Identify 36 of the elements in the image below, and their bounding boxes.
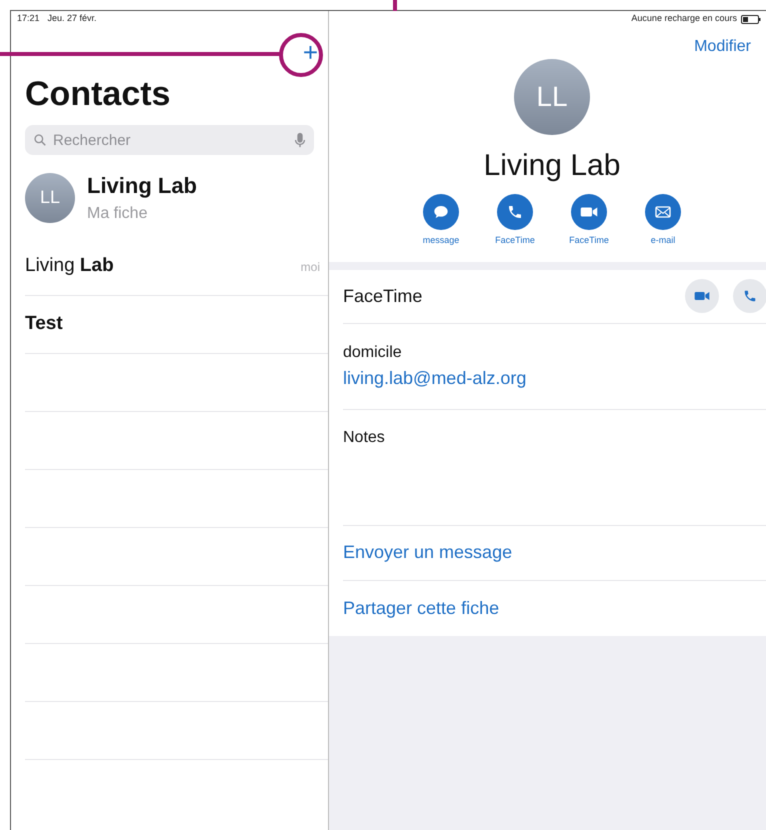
contacts-title: Contacts [24,77,172,111]
my-card-subtitle: Ma fiche [87,204,148,224]
contact-tag: moi [300,258,320,276]
battery-icon [741,14,761,24]
audio-call-button[interactable] [733,279,766,313]
notes-label: Notes [343,428,385,446]
contact-action-button[interactable]: FaceTime [486,194,544,248]
search-field[interactable]: Rechercher [25,125,314,155]
email-label: domicile [343,342,403,362]
contact-action-button[interactable]: e-mail [634,194,692,248]
video-camera-icon [694,290,710,302]
add-contact-button[interactable]: + [302,39,318,65]
charging-status: Aucune recharge en cours [631,12,737,26]
contact-action-button[interactable]: FaceTime [560,194,618,248]
contact-name: Living Lab [25,254,114,278]
facetime-label: FaceTime [343,284,422,308]
my-card-name: Living Lab [87,172,197,200]
contact-row[interactable]: Test [25,296,328,354]
envelope-icon [655,205,671,219]
video-call-button[interactable] [685,279,719,313]
microphone-icon [294,132,306,148]
action-link[interactable]: Partager cette fiche [343,594,500,622]
email-link[interactable]: living.lab@med-alz.org [343,364,766,392]
phone-icon [507,204,523,220]
edit-button[interactable]: Modifier [694,35,751,59]
contact-action-button[interactable]: message [412,194,470,248]
action-link[interactable]: Envoyer un message [343,539,512,566]
video-camera-icon [580,205,598,219]
contact-name-heading: Living Lab [484,148,620,184]
contact-name: Test [25,312,63,336]
search-icon [33,133,47,147]
speech-bubble-icon [433,204,449,220]
phone-icon [743,289,757,303]
contact-row[interactable]: Living Lab moi [25,238,328,296]
status-date: Jeu. 27 févr. [48,12,97,26]
status-time: 17:21 [17,12,40,26]
